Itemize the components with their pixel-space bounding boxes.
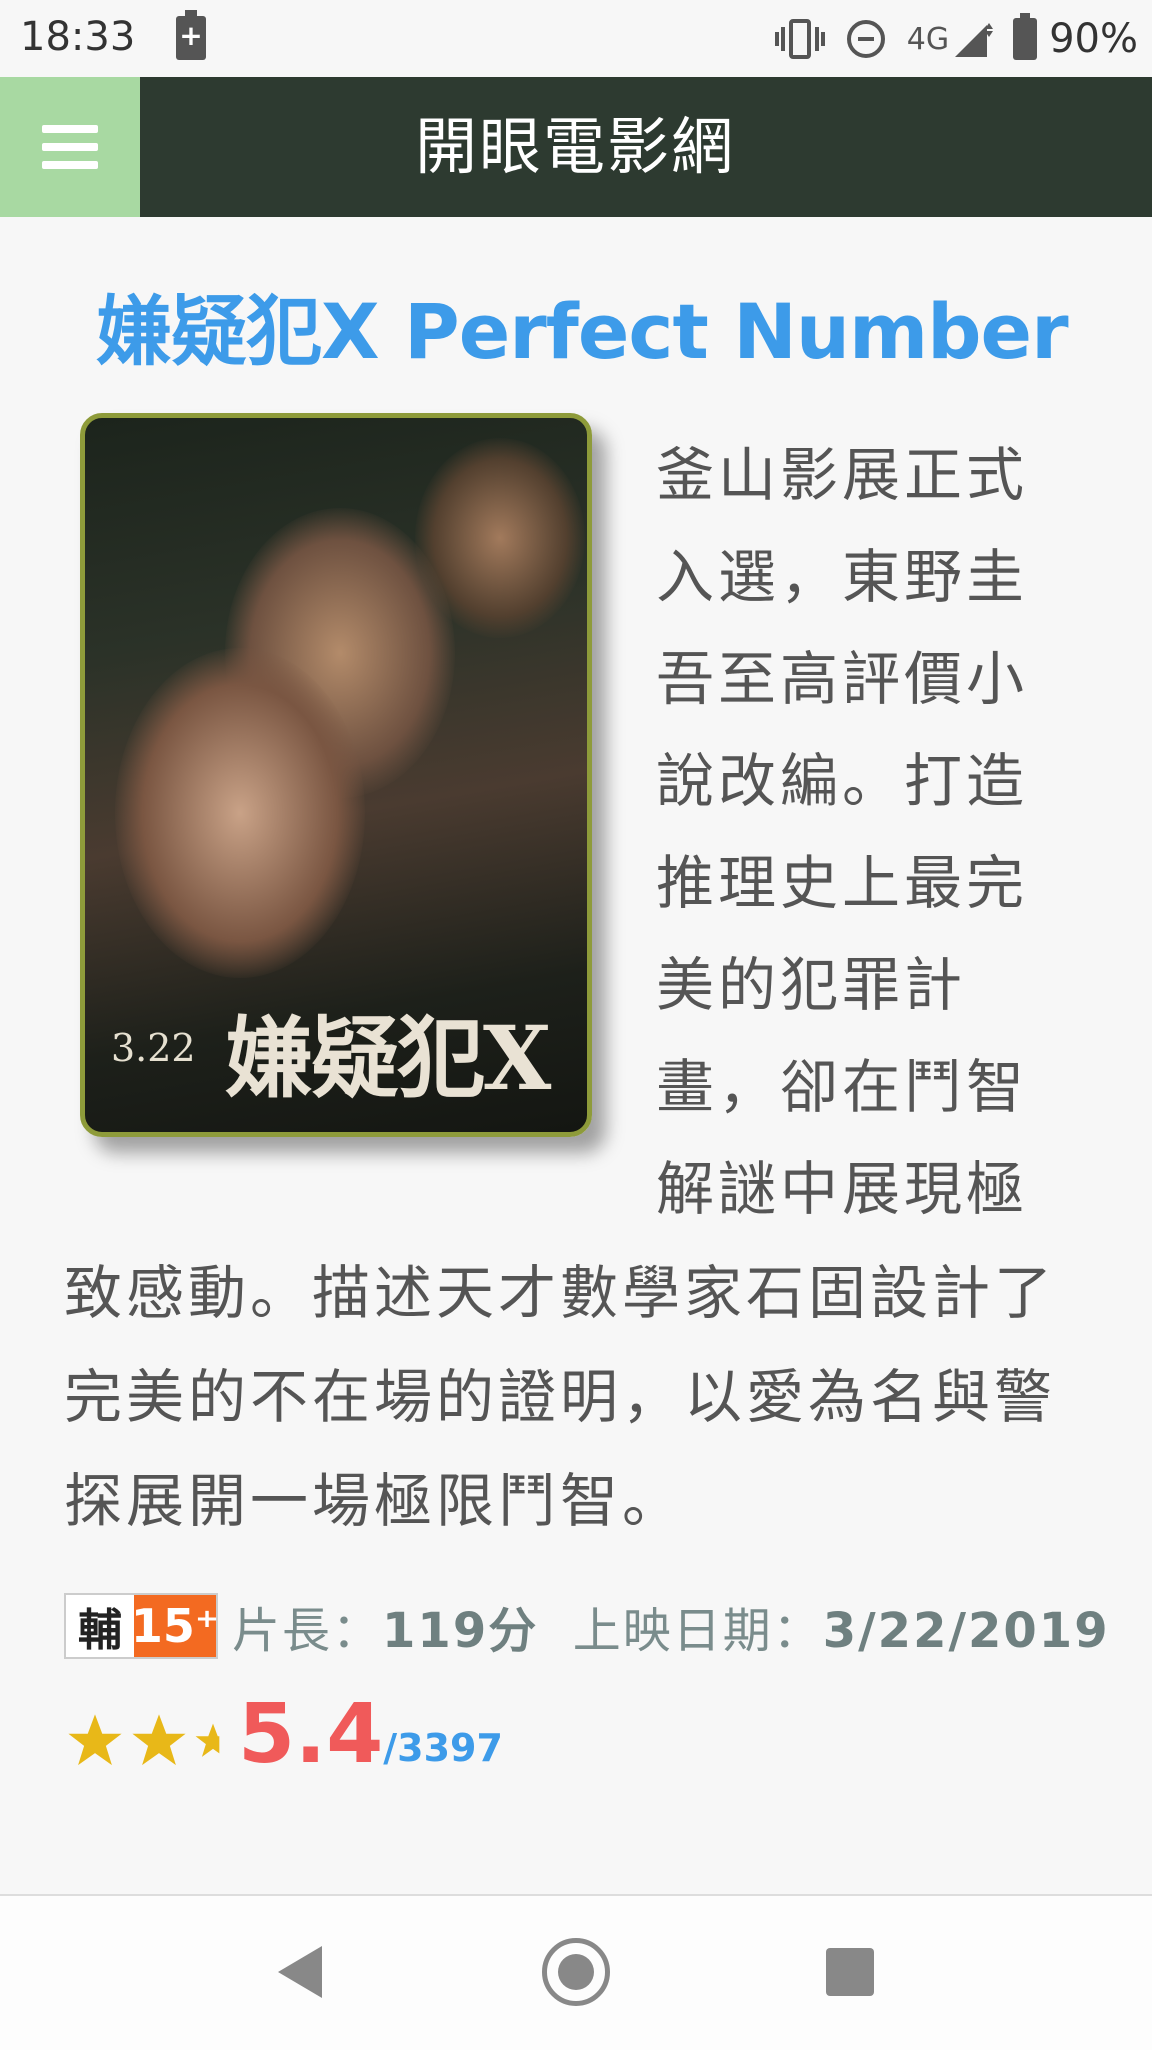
synopsis-line: 推理史上最完	[656, 849, 1029, 917]
synopsis-line: 完美的不在場的證明，以愛為名與警	[64, 1363, 1057, 1431]
status-bar: 18:33 + 4G 90%	[0, 0, 1152, 77]
app-title[interactable]: 開眼電影網	[140, 77, 1010, 217]
poster-date: 3.22	[111, 1026, 196, 1070]
do-not-disturb-icon	[846, 20, 885, 58]
age-rating-badge: 輔 15⁺	[64, 1593, 219, 1659]
release-label: 上映日期：	[572, 1603, 823, 1659]
battery-charging-icon: +	[176, 10, 206, 60]
synopsis-line: 吾至高評價小	[656, 645, 1029, 713]
navigation-bar	[0, 1894, 1152, 2050]
movie-title[interactable]: 嫌疑犯X Perfect Number	[96, 282, 1096, 382]
signal-icon	[953, 19, 995, 59]
synopsis-line: 探展開一場極限鬥智。	[64, 1467, 685, 1535]
hamburger-menu-icon[interactable]	[0, 77, 140, 217]
rating-age: 15⁺	[131, 1595, 219, 1657]
battery-icon	[1013, 13, 1038, 60]
back-icon[interactable]	[276, 1944, 324, 2000]
network-type: 4G	[906, 21, 950, 57]
runtime: 片長：119分 上映日期：3/22/2019	[232, 1591, 1110, 1661]
status-icons: 4G 90%	[753, 12, 1138, 66]
star-full-icon	[132, 1714, 186, 1766]
runtime-value: 119分	[382, 1603, 539, 1659]
home-icon[interactable]	[542, 1938, 610, 2006]
score-row: 5.4 /3397	[66, 1690, 503, 1780]
runtime-label: 片長：	[232, 1603, 383, 1659]
movie-poster[interactable]: 3.22 嫌疑犯X	[80, 413, 592, 1137]
synopsis-line: 致感動。描述天才數學家石固設計了	[64, 1259, 1057, 1327]
status-time: 18:33	[20, 14, 136, 60]
rating-votes[interactable]: /3397	[383, 1726, 503, 1770]
movie-meta: 輔 15⁺ 片長：119分 上映日期：3/22/2019	[64, 1591, 1110, 1661]
recents-icon[interactable]	[826, 1948, 874, 1996]
synopsis-line: 畫，卻在鬥智	[656, 1053, 1029, 1121]
rating-score: 5.4	[238, 1687, 384, 1782]
synopsis-line: 解謎中展現極	[656, 1155, 1029, 1223]
star-half-icon	[195, 1723, 220, 1757]
release-value: 3/22/2019	[822, 1603, 1110, 1659]
rating-label: 輔	[66, 1595, 134, 1657]
poster-title: 嫌疑犯X	[225, 1006, 551, 1110]
synopsis-line: 釜山影展正式	[656, 441, 1029, 509]
battery-percent: 90%	[1049, 16, 1138, 62]
synopsis-line: 說改編。打造	[656, 747, 1029, 815]
star-full-icon	[68, 1714, 122, 1766]
vibrate-icon	[774, 19, 825, 59]
app-header: 開眼電影網	[0, 77, 1152, 217]
synopsis-line: 入選，東野圭	[656, 543, 1029, 611]
synopsis-line: 美的犯罪計	[656, 951, 967, 1019]
